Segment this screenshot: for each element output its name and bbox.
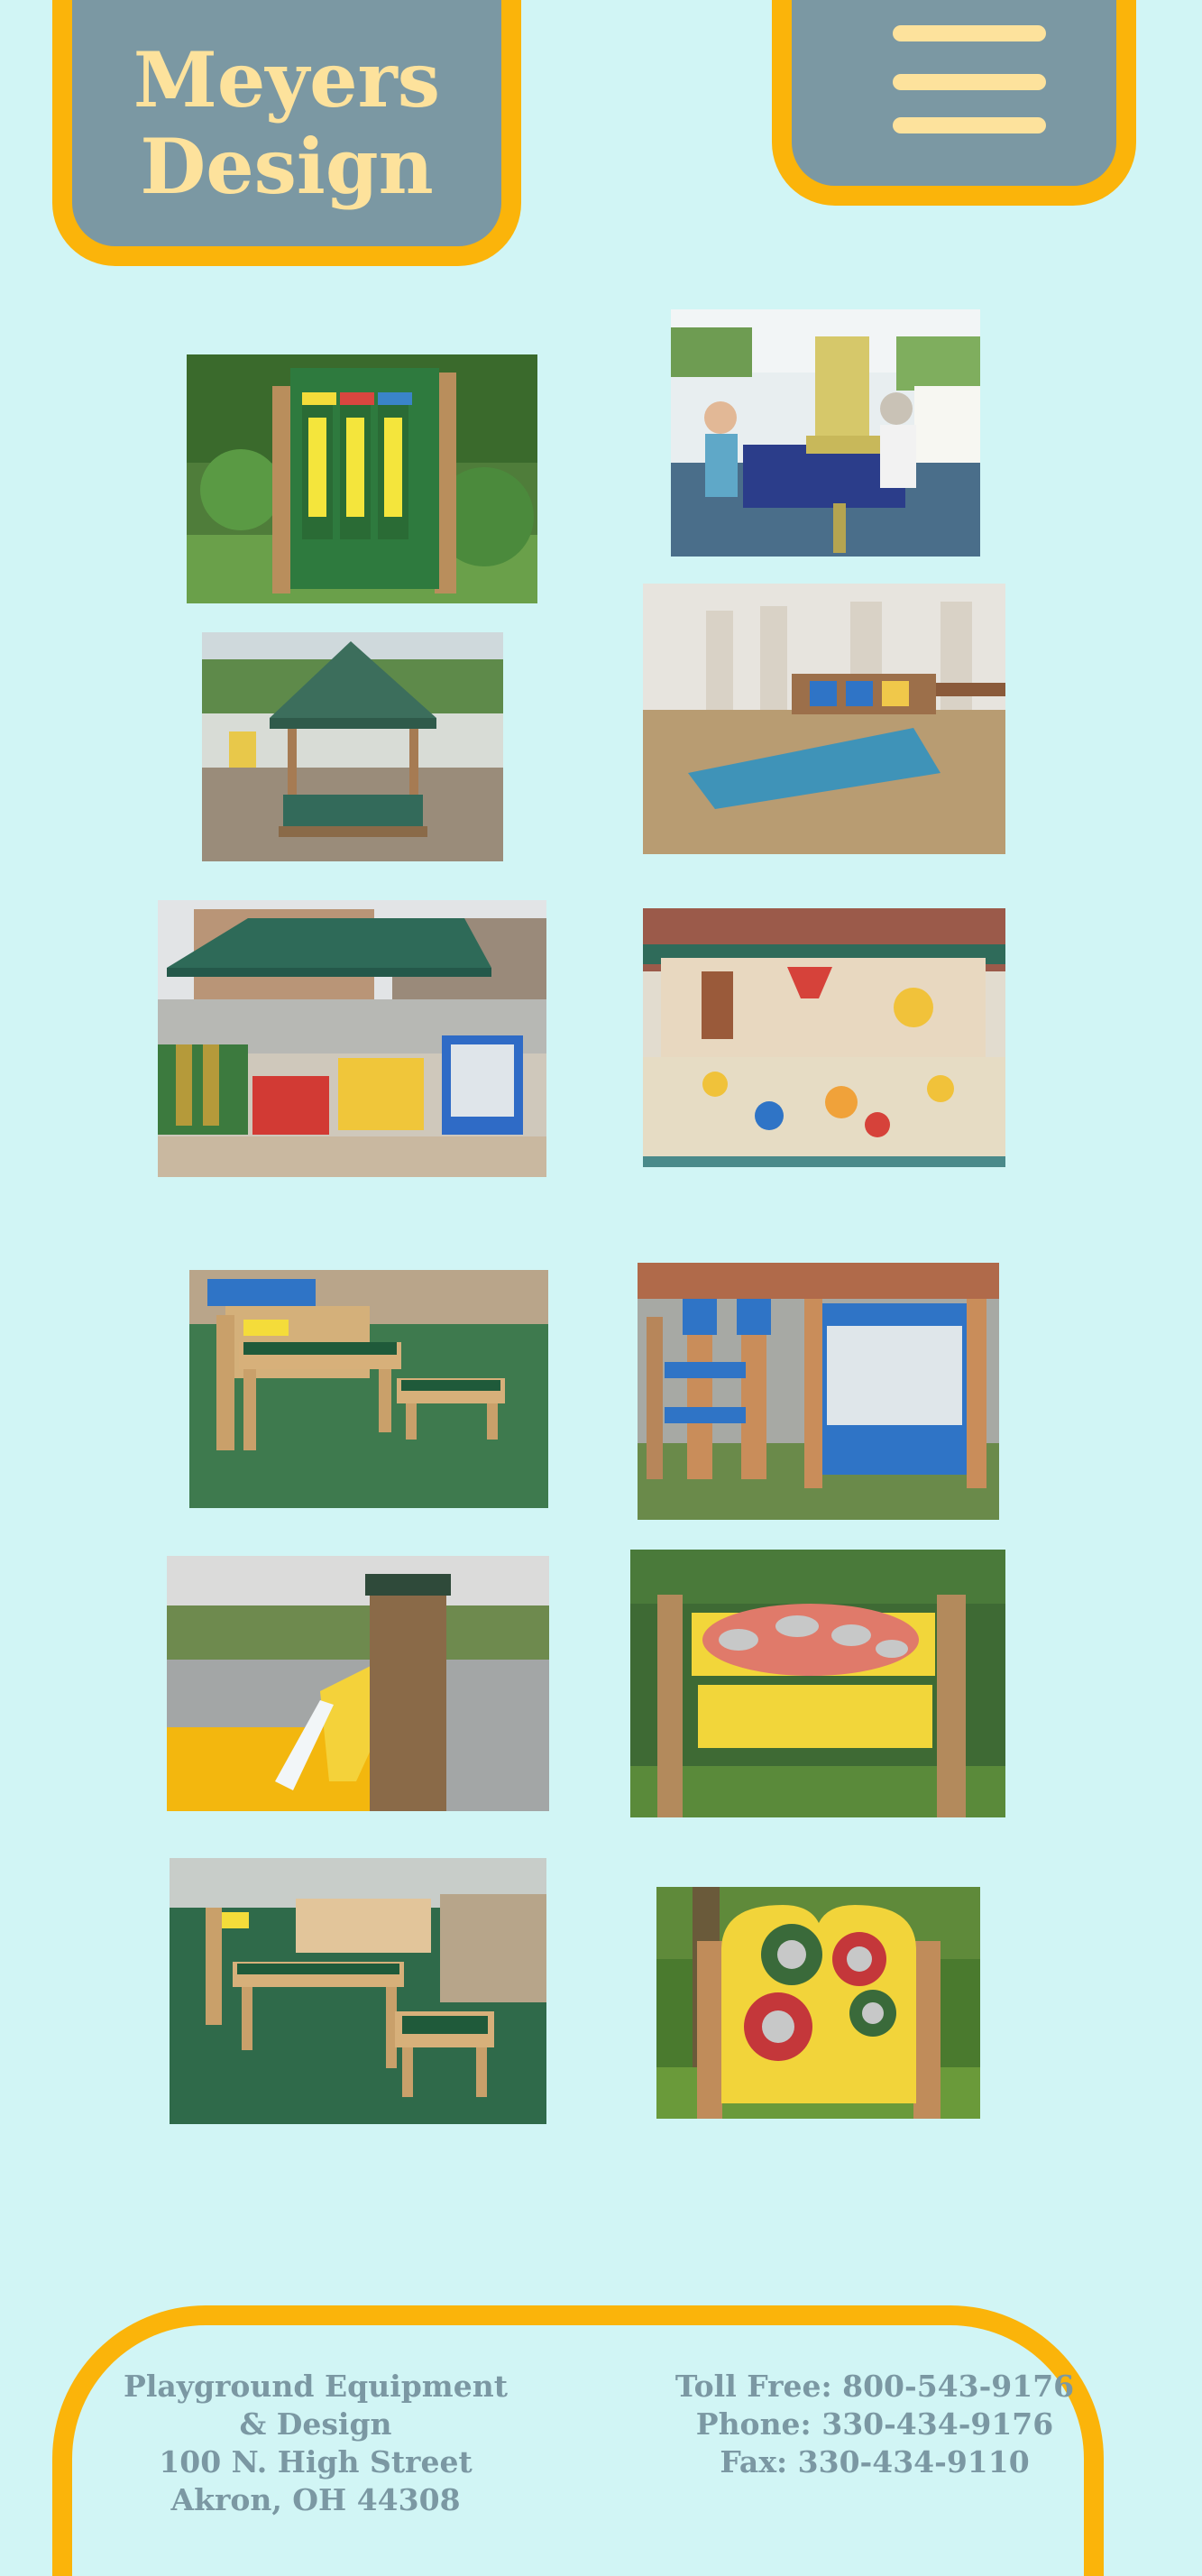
photo-children-at-sand-and-water-table[interactable] [671,309,980,557]
photo-water-spout-chute[interactable] [167,1556,549,1811]
footer-address: Playground Equipment & Design 100 N. Hig… [108,2368,523,2519]
footer-toll-free[interactable]: Toll Free: 800-543-9176 [667,2368,1082,2406]
photo-shaded-play-panels[interactable] [158,900,546,1177]
photo-water-table-set[interactable] [170,1858,546,2124]
photo-drum-panel[interactable] [630,1550,1005,1817]
footer-fax: Fax: 330-434-9110 [720,2444,1030,2479]
photo-triple-panel-play-wall[interactable] [187,354,537,603]
photo-gazebo-sandbox[interactable] [202,632,503,861]
footer-phone[interactable]: Phone: 330-434-9176 [667,2406,1082,2443]
hamburger-menu-icon[interactable] [772,0,1136,206]
photo-chime-and-panel-fence[interactable] [638,1263,999,1520]
photo-water-trough-tables[interactable] [189,1270,548,1508]
menu-bar-middle [893,74,1046,90]
menu-bar-bottom [893,117,1046,133]
logo-text-line2: Design [140,121,434,211]
footer-contact: Toll Free: 800-543-9176 Phone: 330-434-9… [667,2368,1082,2481]
photo-sandbox-with-sand-toys[interactable] [643,908,1005,1167]
photo-sand-digger-panel-on-platform[interactable] [643,584,1005,854]
menu-bar-top [893,25,1046,41]
site-logo[interactable]: Meyers Design [52,0,521,266]
footer-city: Akron, OH 44308 [170,2482,461,2517]
footer-company-name: Playground Equipment & Design [124,2369,508,2442]
photo-gong-panel[interactable] [656,1887,980,2119]
logo-text-line1: Meyers [133,34,441,124]
footer-street: 100 N. High Street [159,2444,473,2479]
